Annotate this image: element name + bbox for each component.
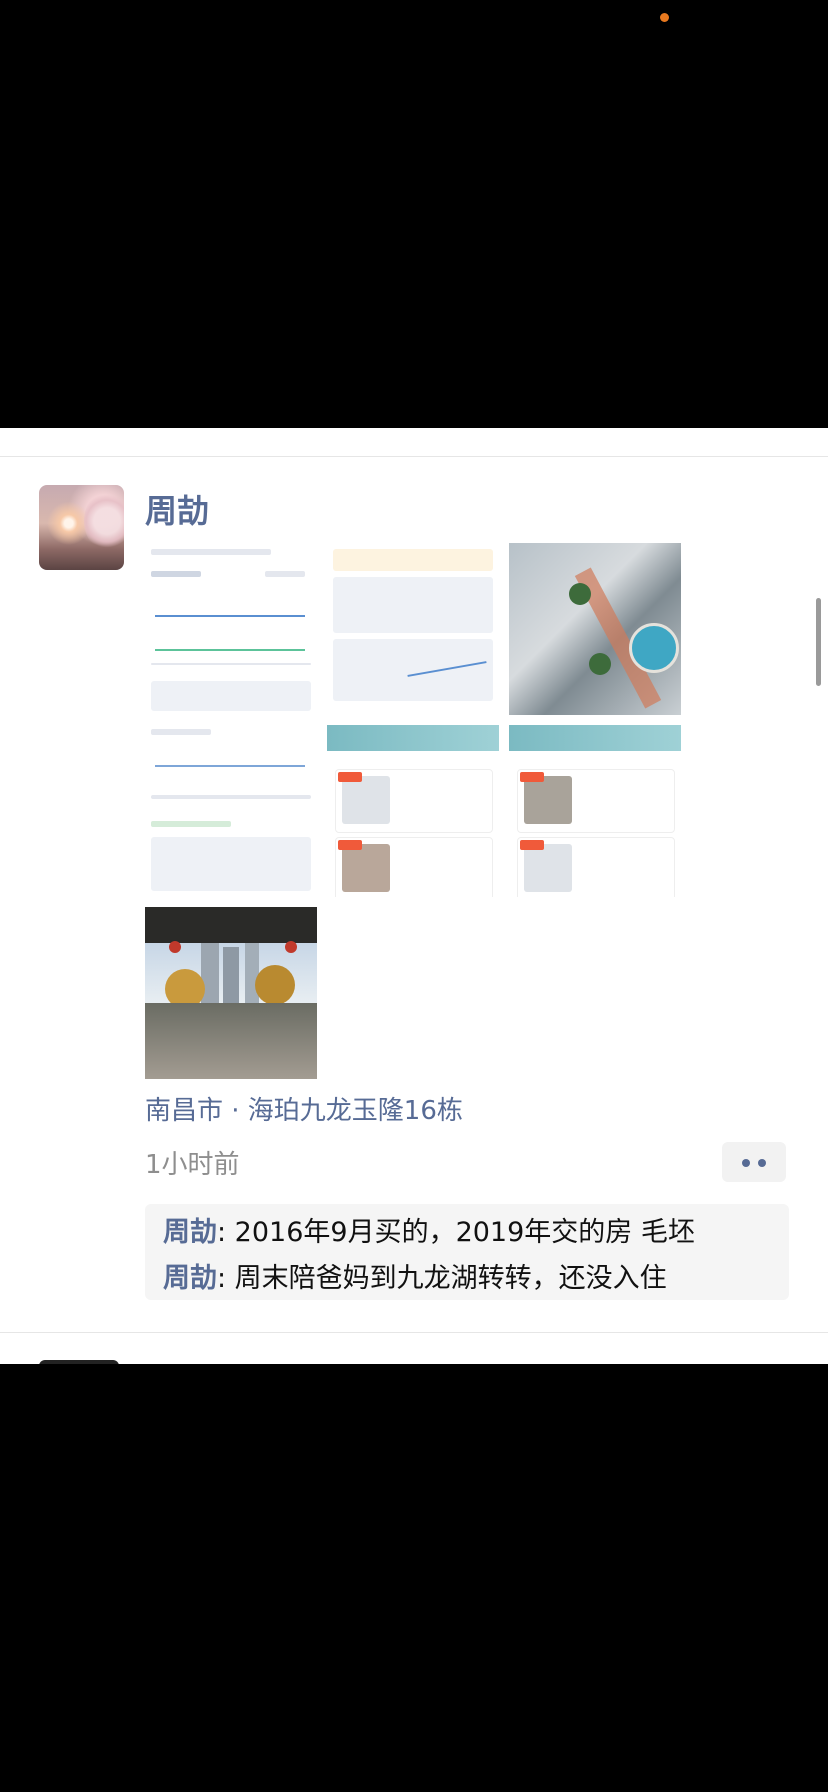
comment-item[interactable]: 周劼: 周末陪爸妈到九龙湖转转，还没入住	[163, 1256, 667, 1295]
post-image-2[interactable]	[327, 543, 499, 715]
bottom-dark-overlay	[0, 1364, 828, 1792]
top-dark-overlay	[0, 0, 828, 428]
screen: 周劼 南昌市 · 海珀九龙玉隆16栋 1小时前 周劼: 2016年9月买的，20…	[0, 0, 828, 1792]
post-image-6[interactable]	[509, 725, 681, 897]
post-image-4[interactable]	[145, 725, 317, 897]
post-image-5[interactable]	[327, 725, 499, 897]
avatar-blossom	[84, 491, 124, 551]
post-location[interactable]: 南昌市 · 海珀九龙玉隆16栋	[145, 1090, 463, 1127]
avatar[interactable]	[39, 485, 124, 570]
comment-text: : 周末陪爸妈到九龙湖转转，还没入住	[217, 1263, 667, 1294]
moments-post: 周劼 南昌市 · 海珀九龙玉隆16栋 1小时前 周劼: 2016年9月买的，20…	[0, 428, 828, 1364]
bottom-divider	[0, 1332, 828, 1333]
post-username[interactable]: 周劼	[145, 486, 209, 532]
comment-author[interactable]: 周劼	[163, 1217, 217, 1248]
comment-text: : 2016年9月买的，2019年交的房 毛坯	[217, 1217, 695, 1248]
recording-indicator-dot	[660, 13, 669, 22]
post-time: 1小时前	[145, 1150, 240, 1180]
more-button[interactable]	[722, 1142, 786, 1182]
top-divider	[0, 456, 828, 457]
comment-item[interactable]: 周劼: 2016年9月买的，2019年交的房 毛坯	[163, 1210, 695, 1249]
post-image-1[interactable]	[145, 543, 317, 715]
post-image-7[interactable]	[145, 907, 317, 1079]
scrollbar[interactable]	[816, 598, 821, 686]
comment-author[interactable]: 周劼	[163, 1263, 217, 1294]
more-dots-icon	[742, 1159, 750, 1167]
post-image-3[interactable]	[509, 543, 681, 715]
comment-section: 周劼: 2016年9月买的，2019年交的房 毛坯 周劼: 周末陪爸妈到九龙湖转…	[145, 1204, 789, 1300]
